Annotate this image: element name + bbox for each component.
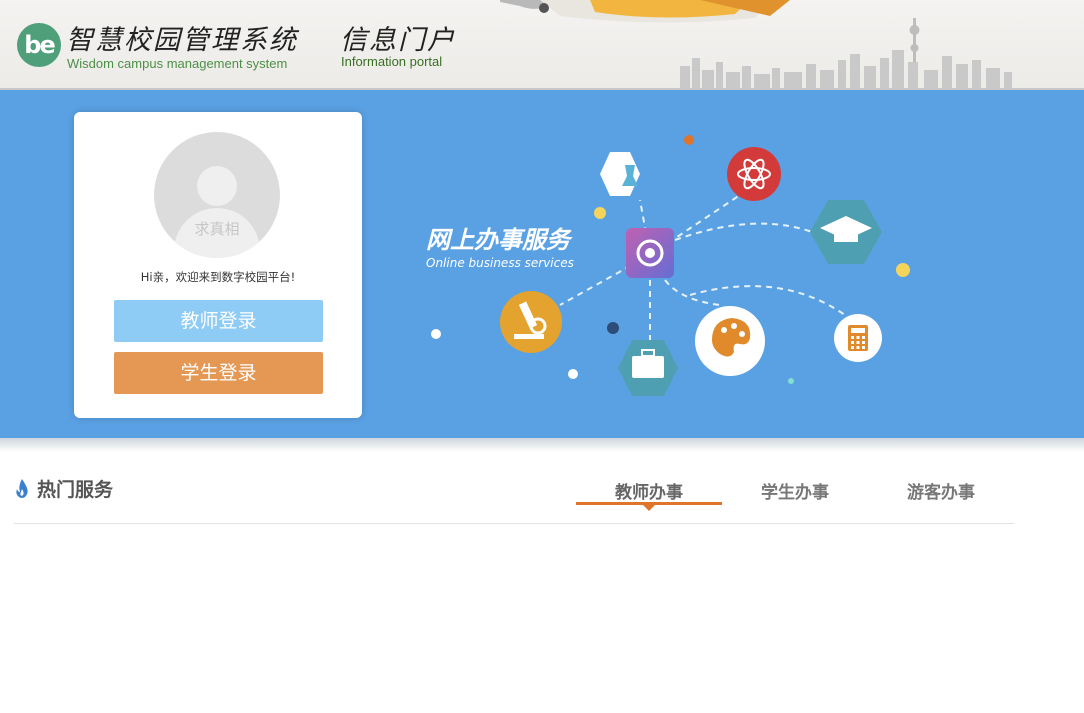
- welcome-text: Hi亲，欢迎来到数字校园平台!: [140, 270, 296, 284]
- hot-services-section: 热门服务 教师办事 学生办事 游客办事: [14, 470, 1014, 524]
- avatar-caption: 求真相: [194, 220, 240, 238]
- banner-subtitle: Online business services: [426, 256, 574, 270]
- banner-title: 网上办事服务: [426, 226, 573, 254]
- portal-subtitle: Information portal: [341, 54, 443, 69]
- system-subtitle: Wisdom campus management system: [67, 56, 288, 71]
- header-decoration-art: [500, 0, 1012, 88]
- tab-visitor-affairs[interactable]: 游客办事: [868, 478, 1014, 506]
- tab-student-affairs[interactable]: 学生办事: [722, 478, 868, 506]
- teacher-login-button[interactable]: 教师登录: [114, 300, 323, 342]
- system-title: 智慧校园管理系统: [66, 25, 298, 56]
- portal-title: 信息门户: [340, 25, 456, 56]
- banner-shadow: [0, 438, 1084, 452]
- logo: be: [17, 23, 61, 67]
- student-login-button[interactable]: 学生登录: [114, 352, 323, 394]
- avatar-head: [197, 166, 237, 206]
- portal-page: be 智慧校园管理系统 Wisdom campus management sys…: [0, 0, 1084, 713]
- services-title: 热门服务: [37, 479, 114, 501]
- active-tab-caret: [643, 505, 655, 511]
- online-services-illustration: 网上办事服务 Online business services: [426, 135, 910, 396]
- avatar: 求真相: [154, 132, 280, 258]
- fire-icon: [16, 479, 28, 498]
- site-header: be 智慧校园管理系统 Wisdom campus management sys…: [0, 0, 1084, 90]
- login-card: 求真相 Hi亲，欢迎来到数字校园平台! 教师登录 学生登录: [74, 112, 362, 418]
